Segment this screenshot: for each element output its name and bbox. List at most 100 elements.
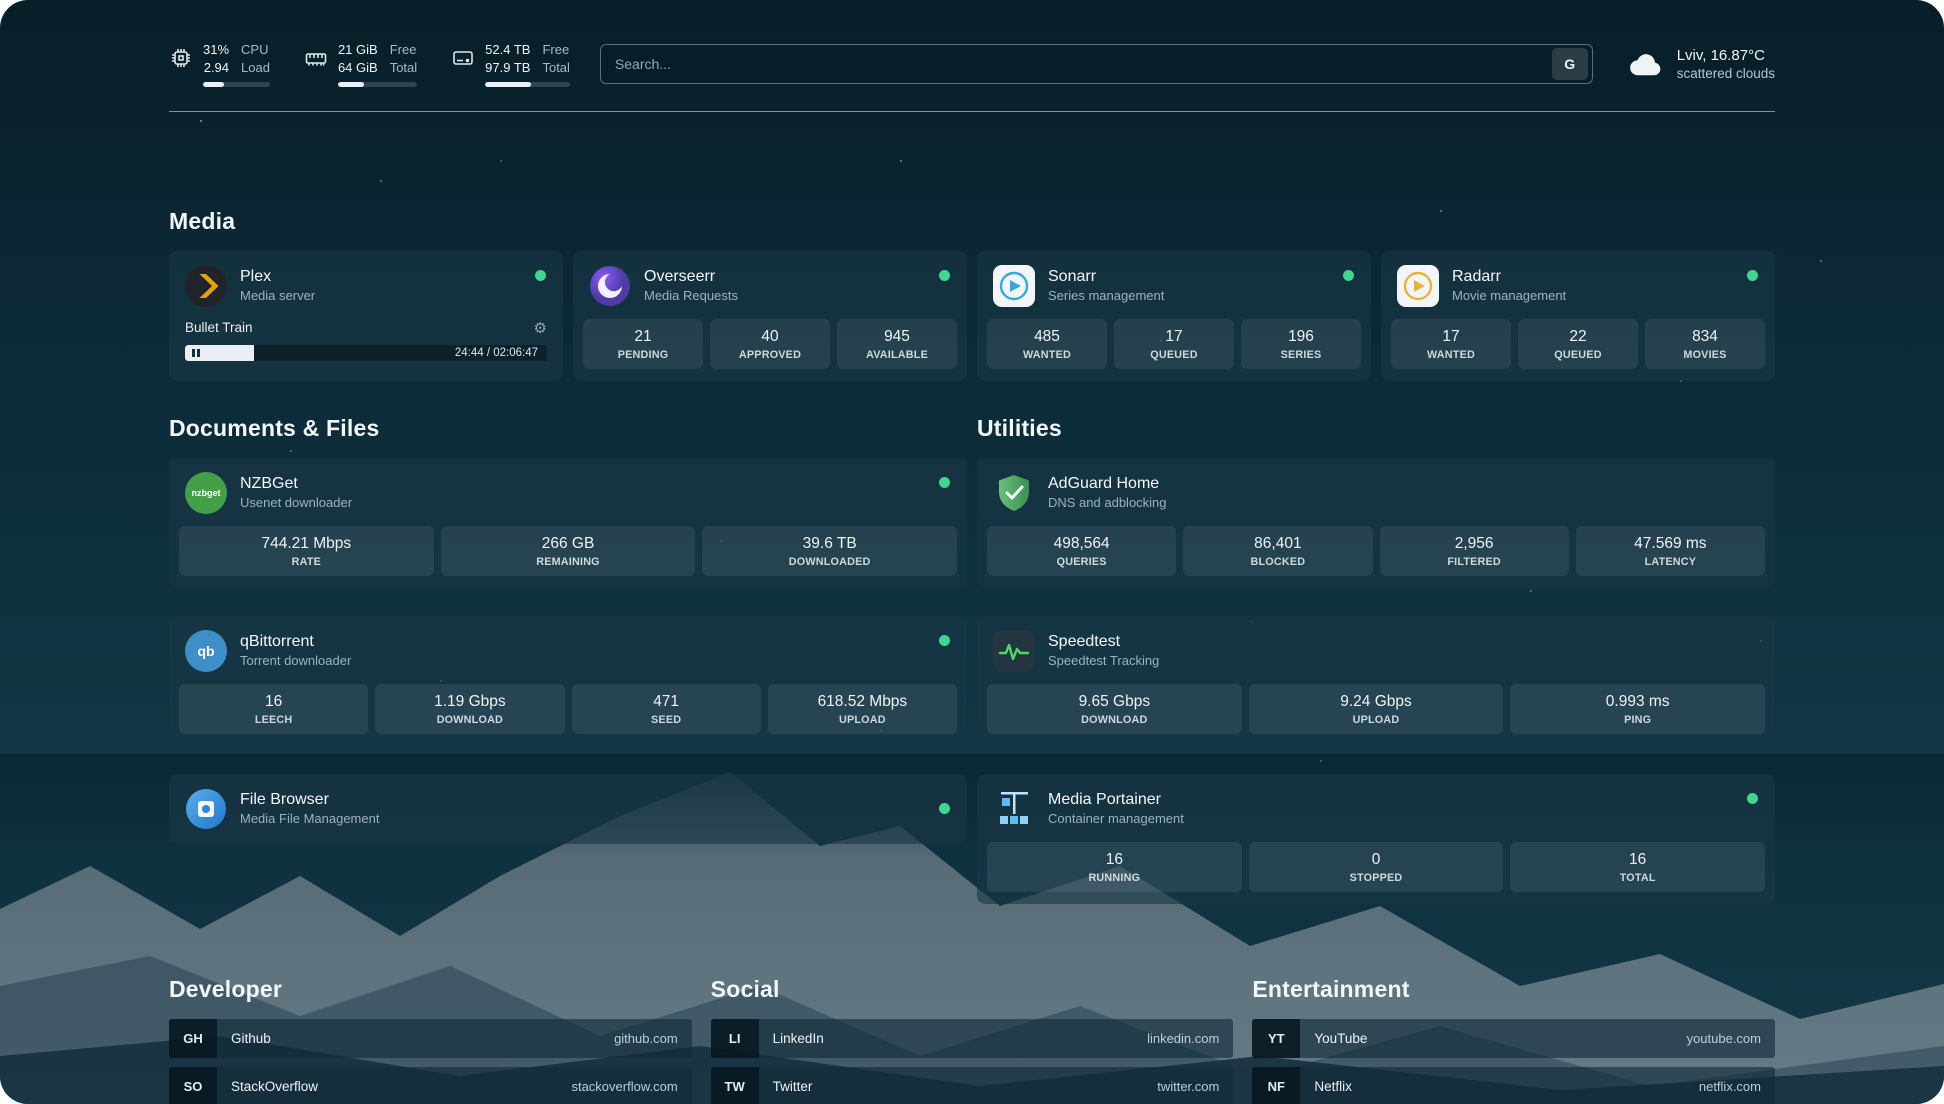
bookmark-abbr: NF	[1252, 1067, 1300, 1104]
weather-condition: scattered clouds	[1677, 66, 1775, 81]
stat-remaining: 266 GB REMAINING	[441, 526, 696, 576]
service-name: Sonarr	[1048, 268, 1164, 286]
bookmark-name: LinkedIn	[773, 1031, 824, 1046]
service-card-portainer[interactable]: Media Portainer Container management 16 …	[977, 774, 1775, 904]
cpu-icon	[169, 46, 193, 70]
stat-stopped: 0 STOPPED	[1249, 842, 1504, 892]
stat-download: 1.19 Gbps DOWNLOAD	[375, 684, 564, 734]
stat-latency: 47.569 ms LATENCY	[1576, 526, 1765, 576]
stat-wanted: 17 WANTED	[1391, 319, 1511, 369]
memory-metric: 21 GiB 64 GiB Free Total	[304, 42, 417, 87]
bookmark-url: stackoverflow.com	[571, 1079, 691, 1094]
bookmark-name: Twitter	[773, 1079, 813, 1094]
top-bar: 31% 2.94 CPU Load	[169, 0, 1775, 87]
status-dot	[535, 270, 546, 281]
stat-queued: 22 QUEUED	[1518, 319, 1638, 369]
memory-total-label: Total	[390, 60, 417, 77]
section-title-social: Social	[711, 976, 1234, 1003]
service-card-filebrowser[interactable]: File Browser Media File Management	[169, 774, 967, 844]
service-name: Plex	[240, 268, 315, 286]
service-subtitle: Container management	[1048, 811, 1184, 826]
memory-progress-bar	[338, 82, 417, 87]
search-provider-button[interactable]: G	[1552, 48, 1588, 80]
bookmark-netflix[interactable]: NF Netflix netflix.com	[1252, 1067, 1775, 1104]
pause-icon[interactable]	[192, 349, 200, 357]
gear-icon[interactable]: ⚙	[534, 319, 547, 337]
section-title-media: Media	[169, 208, 1775, 235]
service-card-adguard[interactable]: AdGuard Home DNS and adblocking 498,564 …	[977, 458, 1775, 588]
service-subtitle: Movie management	[1452, 288, 1566, 303]
bookmark-linkedin[interactable]: LI LinkedIn linkedin.com	[711, 1019, 1234, 1058]
stat-pending: 21 PENDING	[583, 319, 703, 369]
service-subtitle: DNS and adblocking	[1048, 495, 1167, 510]
disk-metric: 52.4 TB 97.9 TB Free Total	[451, 42, 570, 87]
disk-progress-bar	[485, 82, 570, 87]
stat-available: 945 AVAILABLE	[837, 319, 957, 369]
service-subtitle: Speedtest Tracking	[1048, 653, 1159, 668]
status-dot	[939, 270, 950, 281]
status-dot	[1343, 270, 1354, 281]
bookmark-abbr: LI	[711, 1019, 759, 1058]
search-input[interactable]	[601, 56, 1552, 72]
service-subtitle: Media File Management	[240, 811, 379, 826]
memory-free-value: 21 GiB	[338, 42, 378, 59]
plex-icon	[185, 265, 227, 307]
weather-widget: Lviv, 16.87°C scattered clouds	[1627, 47, 1775, 81]
cpu-load-label: Load	[241, 60, 270, 77]
bookmark-youtube[interactable]: YT YouTube youtube.com	[1252, 1019, 1775, 1058]
stat-movies: 834 MOVIES	[1645, 319, 1765, 369]
memory-icon	[304, 46, 328, 70]
section-title-entertainment: Entertainment	[1252, 976, 1775, 1003]
service-subtitle: Usenet downloader	[240, 495, 352, 510]
stat-upload: 618.52 Mbps UPLOAD	[768, 684, 957, 734]
bookmark-twitter[interactable]: TW Twitter twitter.com	[711, 1067, 1234, 1104]
service-card-speedtest[interactable]: Speedtest Speedtest Tracking 9.65 Gbps D…	[977, 616, 1775, 746]
stat-download: 9.65 Gbps DOWNLOAD	[987, 684, 1242, 734]
media-card-row: Plex Media server Bullet Train ⚙ 24:44 /	[169, 251, 1775, 381]
bookmark-github[interactable]: GH Github github.com	[169, 1019, 692, 1058]
section-title-documents: Documents & Files	[169, 415, 967, 442]
bookmark-group-entertainment: Entertainment YT YouTube youtube.com NF …	[1252, 976, 1775, 1104]
filebrowser-icon	[185, 788, 227, 830]
status-dot	[939, 477, 950, 488]
dashboard-window: 31% 2.94 CPU Load	[0, 0, 1944, 1104]
section-title-utilities: Utilities	[977, 415, 1775, 442]
service-card-radarr[interactable]: Radarr Movie management 17 WANTED 22 QUE…	[1381, 251, 1775, 381]
cloud-icon	[1627, 49, 1665, 79]
service-name: Media Portainer	[1048, 791, 1184, 809]
stat-leech: 16 LEECH	[179, 684, 368, 734]
bookmark-url: linkedin.com	[1147, 1031, 1233, 1046]
cpu-usage-value: 31%	[203, 42, 229, 59]
service-card-plex[interactable]: Plex Media server Bullet Train ⚙ 24:44 /	[169, 251, 563, 381]
stat-seed: 471 SEED	[572, 684, 761, 734]
service-card-overseerr[interactable]: Overseerr Media Requests 21 PENDING 40 A…	[573, 251, 967, 381]
bookmark-stackoverflow[interactable]: SO StackOverflow stackoverflow.com	[169, 1067, 692, 1104]
weather-location: Lviv, 16.87°C	[1677, 47, 1775, 64]
cpu-metric: 31% 2.94 CPU Load	[169, 42, 270, 87]
service-name: NZBGet	[240, 475, 352, 493]
disk-total-label: Total	[542, 60, 569, 77]
service-card-qbittorrent[interactable]: qb qBittorrent Torrent downloader 16 LEE…	[169, 616, 967, 746]
nzbget-icon: nzbget	[185, 472, 227, 514]
stat-rate: 744.21 Mbps RATE	[179, 526, 434, 576]
service-subtitle: Media Requests	[644, 288, 738, 303]
overseerr-icon	[589, 265, 631, 307]
bookmark-name: StackOverflow	[231, 1079, 318, 1094]
stat-downloaded: 39.6 TB DOWNLOADED	[702, 526, 957, 576]
service-name: AdGuard Home	[1048, 475, 1167, 493]
stat-queries: 498,564 QUERIES	[987, 526, 1176, 576]
cpu-progress-bar	[203, 82, 270, 87]
cpu-load-value: 2.94	[203, 60, 229, 77]
bookmark-abbr: GH	[169, 1019, 217, 1058]
bookmark-abbr: TW	[711, 1067, 759, 1104]
service-card-sonarr[interactable]: Sonarr Series management 485 WANTED 17 Q…	[977, 251, 1371, 381]
service-card-nzbget[interactable]: nzbget NZBGet Usenet downloader 744.21 M…	[169, 458, 967, 588]
status-dot	[939, 635, 950, 646]
disk-free-label: Free	[542, 42, 569, 59]
service-subtitle: Media server	[240, 288, 315, 303]
stat-upload: 9.24 Gbps UPLOAD	[1249, 684, 1504, 734]
search-bar: G	[600, 44, 1593, 84]
service-name: Speedtest	[1048, 633, 1159, 651]
service-subtitle: Torrent downloader	[240, 653, 351, 668]
bookmark-abbr: YT	[1252, 1019, 1300, 1058]
